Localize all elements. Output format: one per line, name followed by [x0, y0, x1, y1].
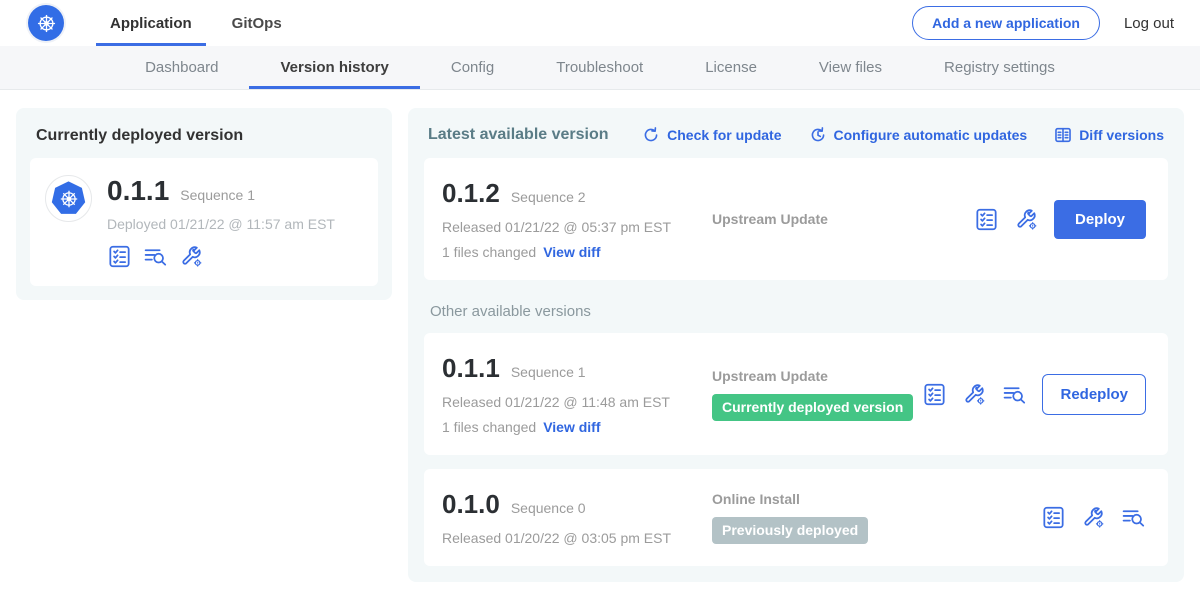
deployed-version-card: 0.1.1 Sequence 1 Deployed 01/21/22 @ 11:… [30, 158, 378, 286]
tab-version-history[interactable]: Version history [249, 46, 419, 89]
preflight-checks-icon[interactable] [107, 244, 132, 269]
latest-version-title: Latest available version [428, 126, 609, 144]
released-timestamp: Released 01/21/22 @ 05:37 pm EST [442, 219, 692, 235]
tab-application[interactable]: Application [96, 0, 206, 46]
tab-config[interactable]: Config [420, 46, 525, 89]
preflight-checks-icon[interactable] [922, 382, 947, 407]
preflight-checks-icon[interactable] [1041, 505, 1066, 530]
version-actions: Check for update Configure automatic upd… [642, 126, 1164, 144]
version-card-actions: Redeploy [922, 374, 1150, 415]
tab-registry-settings[interactable]: Registry settings [913, 46, 1086, 89]
sequence-label: Sequence 0 [511, 500, 586, 516]
deploy-button[interactable]: Deploy [1054, 200, 1146, 239]
main-content: Currently deployed version [0, 90, 1200, 600]
version-info: 0.1.0 Sequence 0 Released 01/20/22 @ 03:… [442, 489, 692, 546]
version-source: Upstream Update [692, 211, 974, 227]
preflight-checks-icon[interactable] [974, 207, 999, 232]
files-changed-row: 1 files changed View diff [442, 244, 692, 260]
edit-config-icon[interactable] [179, 244, 204, 269]
view-diff-link[interactable]: View diff [543, 244, 600, 260]
other-versions-title: Other available versions [430, 303, 1162, 320]
diff-versions-link[interactable]: Diff versions [1054, 126, 1164, 144]
app-icon-ring [45, 175, 92, 222]
configure-automatic-updates-link[interactable]: Configure automatic updates [809, 126, 1028, 144]
sequence-label: Sequence 1 [511, 364, 586, 380]
redeploy-button[interactable]: Redeploy [1042, 374, 1146, 415]
released-timestamp: Released 01/20/22 @ 03:05 pm EST [442, 530, 692, 546]
refresh-icon [642, 126, 660, 144]
deployed-version-info: 0.1.1 Sequence 1 Deployed 01/21/22 @ 11:… [107, 175, 335, 269]
currently-deployed-panel: Currently deployed version [16, 108, 392, 300]
tab-dashboard[interactable]: Dashboard [114, 46, 249, 89]
diff-icon [1054, 126, 1072, 144]
kubernetes-app-icon [50, 180, 88, 218]
tab-gitops[interactable]: GitOps [218, 0, 296, 46]
tab-troubleshoot[interactable]: Troubleshoot [525, 46, 674, 89]
view-logs-icon[interactable] [1121, 505, 1146, 530]
files-changed-label: 1 files changed [442, 244, 536, 260]
tab-view-files[interactable]: View files [788, 46, 913, 89]
version-card-actions: Deploy [974, 200, 1150, 239]
check-for-update-link[interactable]: Check for update [642, 126, 781, 144]
version-history-panel: Latest available version Check for updat… [408, 108, 1184, 582]
view-logs-icon[interactable] [143, 244, 168, 269]
deployed-version-number: 0.1.1 [107, 175, 169, 207]
version-card-actions [1041, 505, 1150, 530]
tab-license[interactable]: License [674, 46, 788, 89]
section-nav: Dashboard Version history Config Trouble… [0, 46, 1200, 90]
files-changed-label: 1 files changed [442, 419, 536, 435]
add-application-button[interactable]: Add a new application [912, 6, 1100, 40]
version-card-0-1-0: 0.1.0 Sequence 0 Released 01/20/22 @ 03:… [424, 469, 1168, 566]
sequence-label: Sequence 2 [511, 189, 586, 205]
logout-link[interactable]: Log out [1124, 15, 1174, 32]
scheduled-update-icon [809, 126, 827, 144]
edit-config-icon[interactable] [1014, 207, 1039, 232]
latest-version-header: Latest available version Check for updat… [428, 126, 1164, 144]
files-changed-row: 1 files changed View diff [442, 419, 692, 435]
version-info: 0.1.2 Sequence 2 Released 01/21/22 @ 05:… [442, 178, 692, 260]
top-nav: Application GitOps Add a new application… [0, 0, 1200, 46]
source-label: Upstream Update [712, 211, 974, 227]
edit-config-icon[interactable] [1081, 505, 1106, 530]
edit-config-icon[interactable] [962, 382, 987, 407]
view-diff-link[interactable]: View diff [543, 419, 600, 435]
version-card-0-1-2: 0.1.2 Sequence 2 Released 01/21/22 @ 05:… [424, 158, 1168, 280]
deployed-timestamp: Deployed 01/21/22 @ 11:57 am EST [107, 216, 335, 232]
source-label: Online Install [712, 491, 1041, 507]
source-label: Upstream Update [712, 368, 922, 384]
currently-deployed-badge: Currently deployed version [712, 394, 913, 421]
version-source: Online Install Previously deployed [692, 491, 1041, 544]
kubernetes-logo[interactable] [28, 5, 64, 41]
version-info: 0.1.1 Sequence 1 Released 01/21/22 @ 11:… [442, 353, 692, 435]
version-number: 0.1.0 [442, 489, 500, 520]
view-logs-icon[interactable] [1002, 382, 1027, 407]
deployed-sequence: Sequence 1 [180, 187, 255, 203]
previously-deployed-badge: Previously deployed [712, 517, 868, 544]
topnav-right: Add a new application Log out [912, 6, 1174, 40]
version-source: Upstream Update Currently deployed versi… [692, 368, 922, 421]
currently-deployed-title: Currently deployed version [36, 127, 372, 145]
app-tabs: Application GitOps [96, 0, 308, 46]
version-number: 0.1.1 [442, 353, 500, 384]
version-number: 0.1.2 [442, 178, 500, 209]
deployed-actions [107, 244, 335, 269]
helm-wheel-icon [34, 11, 59, 36]
version-card-0-1-1: 0.1.1 Sequence 1 Released 01/21/22 @ 11:… [424, 333, 1168, 455]
released-timestamp: Released 01/21/22 @ 11:48 am EST [442, 394, 692, 410]
